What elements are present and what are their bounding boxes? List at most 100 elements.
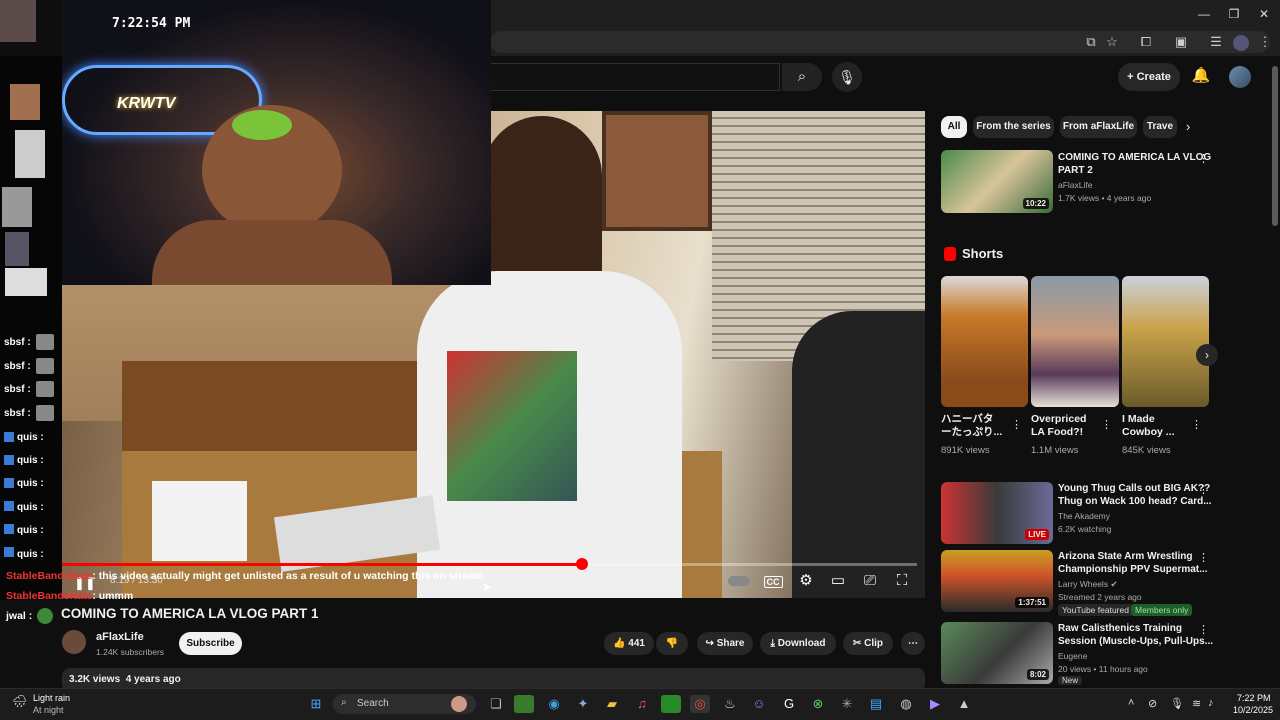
- chat-username: quis :: [17, 525, 44, 536]
- start-button[interactable]: ⊞: [306, 695, 326, 713]
- related-thumbnail[interactable]: 8:02: [941, 622, 1053, 684]
- like-button[interactable]: 👍 441: [604, 632, 654, 655]
- spreadsheet-icon[interactable]: [661, 695, 681, 713]
- clip-button[interactable]: ✂ Clip: [843, 632, 893, 655]
- app-a-icon[interactable]: ▲: [954, 695, 974, 713]
- chip-from-series[interactable]: From the series: [973, 116, 1054, 138]
- wall-painting: [602, 111, 712, 231]
- related-title[interactable]: COMING TO AMERICA LA VLOG PART 2: [1058, 151, 1211, 177]
- short-thumbnail[interactable]: [1122, 276, 1209, 407]
- maximize-icon[interactable]: ❐: [1222, 6, 1246, 22]
- more-options-icon[interactable]: ⋮: [1198, 551, 1209, 564]
- more-options-icon[interactable]: ⋮: [1011, 418, 1022, 431]
- weather-icon[interactable]: 🌧: [12, 694, 28, 710]
- obs-icon[interactable]: ◍: [896, 695, 916, 713]
- steam-icon[interactable]: ♨: [720, 695, 740, 713]
- search-input[interactable]: [490, 63, 780, 91]
- media-controls-icon[interactable]: ☰: [1207, 33, 1225, 51]
- related-channel: Larry Wheels ✔: [1058, 578, 1118, 590]
- streamer-body: [152, 220, 392, 285]
- short-thumbnail[interactable]: [1031, 276, 1119, 407]
- related-title[interactable]: Raw Calisthenics Training Session (Muscle…: [1058, 622, 1213, 648]
- search-icon: ⌕: [797, 68, 807, 85]
- related-thumbnail[interactable]: 1:37:51: [941, 550, 1053, 612]
- store-icon[interactable]: ▤: [866, 695, 886, 713]
- install-icon[interactable]: ⧉: [1082, 33, 1100, 51]
- minecraft-icon[interactable]: [514, 695, 534, 713]
- share-icon: ↪: [705, 638, 717, 649]
- channel-name[interactable]: aFlaxLife: [96, 631, 144, 643]
- music-icon[interactable]: ♫: [632, 695, 652, 713]
- discord-icon[interactable]: ☺: [749, 695, 769, 713]
- chat-thumb: [10, 84, 40, 120]
- settings-app-icon[interactable]: ✳: [837, 695, 857, 713]
- more-options-icon[interactable]: ⋮: [1101, 418, 1112, 431]
- edge-icon[interactable]: ◉: [544, 695, 564, 713]
- duration-badge: 8:02: [1026, 669, 1049, 680]
- related-title[interactable]: Arizona State Arm Wrestling Championship …: [1058, 550, 1207, 576]
- chat-overlay-line: StableBandsNate: this video actually mig…: [6, 570, 483, 582]
- task-view-icon[interactable]: ❏: [486, 695, 506, 713]
- short-thumbnail[interactable]: [941, 276, 1028, 407]
- microphone-tray-icon[interactable]: 🎙: [1170, 697, 1184, 710]
- create-button[interactable]: + Create: [1118, 63, 1180, 91]
- autoplay-toggle[interactable]: [728, 576, 750, 586]
- download-button[interactable]: ⤓ Download: [760, 632, 836, 655]
- chip-travel[interactable]: Trave: [1143, 116, 1177, 138]
- dislike-button[interactable]: 👎: [656, 632, 688, 655]
- notifications-button[interactable]: 🔔: [1190, 66, 1212, 88]
- subscribe-button[interactable]: Subscribe: [179, 632, 242, 655]
- related-thumbnail[interactable]: 10:22: [941, 150, 1053, 213]
- theater-mode-button[interactable]: ▭: [827, 572, 849, 590]
- network-off-icon[interactable]: ⊘: [1148, 697, 1157, 710]
- short-title[interactable]: ハニーバタ ーたっぷり...: [941, 413, 1002, 439]
- shorts-next-button[interactable]: ›: [1196, 344, 1218, 366]
- person-right: [792, 311, 925, 598]
- copilot-icon[interactable]: ✦: [573, 695, 593, 713]
- taskbar-search[interactable]: ⌕ Search: [333, 694, 476, 714]
- channel-avatar[interactable]: [62, 630, 86, 654]
- more-options-icon[interactable]: ⋮: [1191, 418, 1202, 431]
- more-options-icon[interactable]: ⋮: [1198, 152, 1209, 165]
- clock-date[interactable]: 10/2/2025: [1233, 705, 1273, 715]
- avatar[interactable]: [1229, 66, 1251, 88]
- webcam-overlay: 7:22:54 PM KRWTV: [62, 0, 491, 285]
- minimize-icon[interactable]: —: [1192, 6, 1216, 22]
- more-actions-button[interactable]: ⋯: [901, 632, 925, 655]
- chip-scroll-right-button[interactable]: ›: [1186, 119, 1190, 134]
- captions-button[interactable]: CC: [762, 572, 784, 590]
- browser-menu-icon[interactable]: ⋮: [1256, 33, 1274, 51]
- bookmark-star-icon[interactable]: ☆: [1103, 33, 1121, 51]
- chrome-icon[interactable]: ◎: [690, 695, 710, 713]
- related-title-line: PART 2: [1058, 165, 1093, 176]
- close-icon[interactable]: ✕: [1252, 6, 1276, 22]
- extensions-icon[interactable]: ⧠: [1137, 33, 1155, 51]
- search-button[interactable]: ⌕: [782, 63, 822, 91]
- wifi-icon[interactable]: ≋: [1192, 697, 1201, 710]
- chat-thumb: [0, 0, 36, 42]
- more-options-icon[interactable]: ⋮: [1198, 483, 1209, 496]
- share-button[interactable]: ↪ Share: [697, 632, 753, 655]
- xbox-icon[interactable]: ⊗: [808, 695, 828, 713]
- related-thumbnail[interactable]: LIVE: [941, 482, 1053, 544]
- related-title[interactable]: Young Thug Calls out BIG AK?? Thug on Wac…: [1058, 482, 1212, 508]
- browser-profile-icon[interactable]: [1233, 35, 1249, 51]
- sidepanel-icon[interactable]: ▣: [1172, 33, 1190, 51]
- tray-chevron-icon[interactable]: ˄: [1128, 697, 1134, 709]
- media-player-icon[interactable]: ▶: [925, 695, 945, 713]
- clock-time[interactable]: 7:22 PM: [1237, 693, 1271, 703]
- weather-title[interactable]: Light rain: [33, 693, 70, 703]
- app-g-icon[interactable]: G: [779, 695, 799, 713]
- file-explorer-icon[interactable]: ▰: [602, 695, 622, 713]
- more-options-icon[interactable]: ⋮: [1198, 623, 1209, 636]
- chip-all[interactable]: All: [941, 116, 967, 138]
- chip-from-channel[interactable]: From aFlaxLife: [1060, 116, 1137, 138]
- short-title[interactable]: I Made Cowboy ...: [1122, 413, 1175, 439]
- scrollbar-thumb[interactable]: [1272, 66, 1278, 226]
- volume-icon[interactable]: ♪: [1208, 697, 1214, 709]
- mic-button[interactable]: 🎙: [832, 62, 862, 92]
- fullscreen-button[interactable]: ⛶: [891, 572, 913, 590]
- short-title[interactable]: Overpriced LA Food?!: [1031, 413, 1086, 439]
- settings-button[interactable]: ⚙: [795, 572, 817, 590]
- cast-button[interactable]: ⎚: [859, 572, 881, 590]
